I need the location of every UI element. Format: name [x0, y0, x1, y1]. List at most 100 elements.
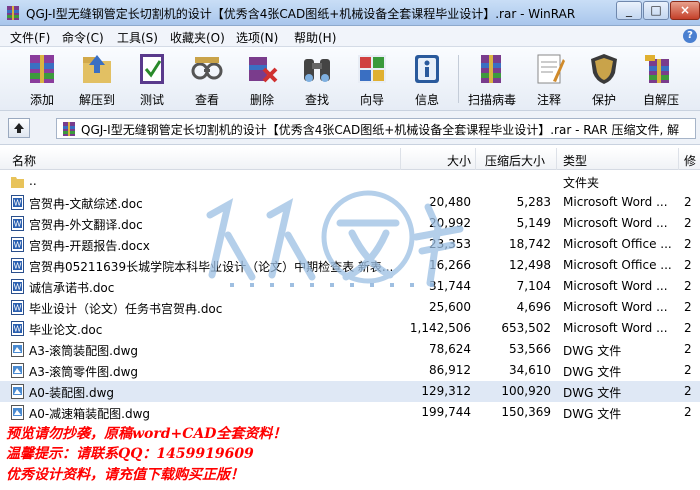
info-label: 信息 — [414, 93, 439, 107]
sfx-button[interactable]: 自解压 — [631, 49, 691, 109]
list-item[interactable]: A0-减速箱装配图.dwg 199,744 150,369 DWG 文件 2 — [0, 402, 700, 423]
menu-options[interactable]: 选项(N) — [236, 29, 278, 46]
list-item[interactable]: .. 文件夹 — [0, 171, 700, 192]
menu-file[interactable]: 文件(F) — [10, 29, 50, 46]
file-packed-size: 7,104 — [516, 279, 551, 293]
file-packed-size: 53,566 — [509, 342, 551, 356]
help-icon[interactable]: ? — [683, 29, 697, 43]
find-button[interactable]: 查找 — [289, 49, 345, 109]
toolbar-separator — [458, 55, 459, 103]
column-packed[interactable]: 压缩后大小 — [485, 152, 545, 169]
list-item[interactable]: W 毕业设计（论文）任务书宫贺冉.doc 25,600 4,696 Micros… — [0, 297, 700, 318]
protect-label: 保护 — [591, 93, 616, 107]
file-size: 20,992 — [429, 216, 471, 230]
list-item[interactable]: W 宫贺冉-外文翻译.doc 20,992 5,149 Microsoft Wo… — [0, 213, 700, 234]
comment-label: 注释 — [536, 93, 561, 107]
minimize-button[interactable]: _ — [616, 1, 642, 20]
list-item[interactable]: W 宫贺冉-文献综述.doc 20,480 5,283 Microsoft Wo… — [0, 192, 700, 213]
file-name: 诚信承诺书.doc — [29, 281, 115, 295]
virus-scan-icon — [481, 55, 501, 83]
wizard-icon — [358, 55, 386, 83]
menu-commands[interactable]: 命令(C) — [62, 29, 104, 46]
protect-icon — [591, 54, 617, 84]
file-size: 31,744 — [429, 279, 471, 293]
file-modified: 2 — [684, 363, 692, 377]
file-modified: 2 — [684, 405, 692, 419]
file-modified: 2 — [684, 300, 692, 314]
file-list-header: 名称 大小 压缩后大小 类型 修 — [0, 148, 700, 170]
file-modified: 2 — [684, 342, 692, 356]
dwg-file-icon — [11, 384, 24, 399]
extract-to-icon — [83, 55, 111, 83]
add-button[interactable]: 添加 — [14, 49, 70, 109]
up-one-level-button[interactable] — [8, 118, 30, 138]
svg-text:W: W — [14, 199, 22, 208]
file-size: 86,912 — [429, 363, 471, 377]
file-modified: 2 — [684, 279, 692, 293]
list-item-selected[interactable]: A0-装配图.dwg 129,312 100,920 DWG 文件 2 — [0, 381, 700, 402]
menu-help[interactable]: 帮助(H) — [294, 29, 336, 46]
file-modified: 2 — [684, 195, 692, 209]
file-size: 23,353 — [429, 237, 471, 251]
file-name: 毕业设计（论文）任务书宫贺冉.doc — [29, 302, 223, 316]
extract-to-button[interactable]: 解压到 — [69, 49, 125, 109]
protect-button[interactable]: 保护 — [576, 49, 632, 109]
test-icon — [140, 54, 164, 84]
file-type: Microsoft Word ... — [563, 279, 668, 293]
list-item[interactable]: W 宫贺冉05211639长城学院本科毕业设计（论文）中期检查表 新表... 1… — [0, 255, 700, 276]
wizard-button[interactable]: 向导 — [344, 49, 400, 109]
menu-tools[interactable]: 工具(S) — [117, 29, 158, 46]
delete-button[interactable]: 删除 — [234, 49, 290, 109]
test-button[interactable]: 测试 — [124, 49, 180, 109]
add-label: 添加 — [29, 93, 54, 107]
find-label: 查找 — [304, 93, 329, 107]
virus-scan-label: 扫描病毒 — [467, 93, 516, 107]
column-divider[interactable] — [400, 148, 401, 170]
window-title: QGJ-I型无缝钢管定长切割机的设计【优秀含4张CAD图纸+机械设备全套课程毕业… — [26, 7, 576, 21]
delete-label: 删除 — [249, 93, 274, 107]
virus-scan-button[interactable]: 扫描病毒 — [463, 49, 521, 109]
column-name[interactable]: 名称 — [12, 152, 36, 169]
column-type[interactable]: 类型 — [563, 152, 587, 169]
info-button[interactable]: 信息 — [399, 49, 455, 109]
file-type: DWG 文件 — [563, 407, 622, 421]
list-item[interactable]: A3-滚筒零件图.dwg 86,912 34,610 DWG 文件 2 — [0, 360, 700, 381]
column-divider[interactable] — [475, 148, 476, 170]
word-document-icon: W — [11, 216, 24, 231]
maximize-button[interactable]: □ — [643, 1, 669, 20]
list-item[interactable]: W 诚信承诺书.doc 31,744 7,104 Microsoft Word … — [0, 276, 700, 297]
view-label: 查看 — [194, 93, 219, 107]
path-text: QGJ-I型无缝钢管定长切割机的设计【优秀含4张CAD图纸+机械设备全套课程毕业… — [81, 123, 680, 137]
comment-button[interactable]: 注释 — [521, 49, 577, 109]
file-type: Microsoft Word ... — [563, 195, 668, 209]
svg-text:W: W — [14, 304, 22, 313]
column-modified[interactable]: 修 — [684, 152, 696, 169]
list-item[interactable]: W 毕业论文.doc 1,142,506 653,502 Microsoft W… — [0, 318, 700, 339]
file-packed-size: 100,920 — [501, 384, 551, 398]
menu-favorites[interactable]: 收藏夹(O) — [170, 29, 225, 46]
path-field[interactable]: QGJ-I型无缝钢管定长切割机的设计【优秀含4张CAD图纸+机械设备全套课程毕业… — [56, 118, 696, 139]
column-divider[interactable] — [556, 148, 557, 170]
file-name: 宫贺冉-文献综述.doc — [29, 197, 143, 211]
comment-icon — [537, 54, 565, 84]
menu-bar: 文件(F) 命令(C) 工具(S) 收藏夹(O) 选项(N) 帮助(H) ? — [0, 26, 700, 47]
wizard-label: 向导 — [359, 93, 384, 107]
word-document-icon: W — [11, 300, 24, 315]
find-icon — [304, 59, 330, 82]
file-list: .. 文件夹 W 宫贺冉-文献综述.doc 20,480 5,283 Micro… — [0, 171, 700, 431]
file-type: Microsoft Word ... — [563, 216, 668, 230]
column-size[interactable]: 大小 — [447, 152, 471, 169]
view-button[interactable]: 查看 — [179, 49, 235, 109]
file-packed-size: 12,498 — [509, 258, 551, 272]
file-name: .. — [29, 174, 37, 188]
file-type: DWG 文件 — [563, 386, 622, 400]
list-item[interactable]: W 宫贺冉-开题报告.docx 23,353 18,742 Microsoft … — [0, 234, 700, 255]
address-bar: QGJ-I型无缝钢管定长切割机的设计【优秀含4张CAD图纸+机械设备全套课程毕业… — [0, 111, 700, 145]
column-divider[interactable] — [678, 148, 679, 170]
view-icon — [191, 57, 223, 80]
file-size: 199,744 — [421, 405, 471, 419]
word-document-icon: W — [11, 279, 24, 294]
close-button[interactable]: × — [670, 1, 700, 20]
list-item[interactable]: A3-滚筒装配图.dwg 78,624 53,566 DWG 文件 2 — [0, 339, 700, 360]
extract-to-label: 解压到 — [78, 93, 115, 107]
